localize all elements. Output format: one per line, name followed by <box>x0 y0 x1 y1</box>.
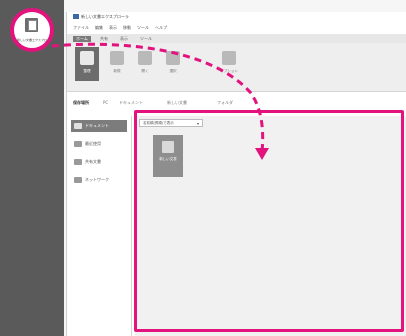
tab-tools[interactable]: ツール <box>137 36 155 42</box>
breadcrumb-folder[interactable]: フォルダ <box>217 100 233 106</box>
open-icon <box>138 51 152 65</box>
organize-label: 整理 <box>83 69 91 73</box>
sidebar-item-documents[interactable]: ドキュメント <box>71 120 127 132</box>
breadcrumb-pc[interactable]: PC <box>103 100 108 105</box>
select-icon <box>166 51 180 65</box>
title-bar: 新しい文書エクスプローラ <box>67 12 406 22</box>
sidebar-item-recent[interactable]: 最近使用 <box>71 138 127 150</box>
sidebar-item-label: 共有文書 <box>85 159 101 164</box>
tab-home[interactable]: ホーム <box>73 36 91 42</box>
window-title: 新しい文書エクスプローラ <box>81 14 129 19</box>
sidebar-item-shared[interactable]: 共有文書 <box>71 156 127 168</box>
breadcrumb-root[interactable]: 保存場所 <box>73 100 89 106</box>
sidebar-item-label: ドキュメント <box>85 123 109 128</box>
document-app-icon <box>25 18 38 32</box>
organize-icon <box>80 51 94 65</box>
sidebar-item-label: 最近使用 <box>85 141 101 146</box>
menu-bar: ファイル 編集 表示 移動 ツール ヘルプ <box>67 22 406 32</box>
open-button[interactable]: 開く <box>133 47 157 81</box>
menu-move[interactable]: 移動 <box>123 25 131 31</box>
document-sheet-icon <box>28 20 37 31</box>
menu-tools[interactable]: ツール <box>137 25 149 31</box>
select-label: 選択 <box>169 69 177 73</box>
ribbon-tabs: ホーム 共有 表示 ツール <box>67 34 406 43</box>
sidebar-item-network[interactable]: ネットワーク <box>71 174 127 186</box>
tab-share[interactable]: 共有 <box>97 36 111 42</box>
menu-view[interactable]: 表示 <box>109 25 117 31</box>
network-icon <box>74 177 82 183</box>
organize-button[interactable]: 整理 <box>75 47 99 81</box>
new-label: 新規 <box>113 69 121 73</box>
tab-view[interactable]: 表示 <box>117 36 131 42</box>
options-button[interactable]: オプション <box>217 47 241 81</box>
new-button[interactable]: 新規 <box>105 47 129 81</box>
options-label: オプション <box>220 69 238 73</box>
open-label: 開く <box>141 69 149 73</box>
breadcrumb-new-document[interactable]: 新しい文書 <box>167 100 187 106</box>
breadcrumb: 保存場所 PC ドキュメント 新しい文書 フォルダ <box>67 98 406 108</box>
sidebar: ドキュメント 最近使用 共有文書 ネットワーク <box>67 116 132 336</box>
menu-edit[interactable]: 編集 <box>95 25 103 31</box>
clock-icon <box>74 141 82 147</box>
app-icon <box>73 14 79 19</box>
ribbon-toolbar: 整理 新規 開く 選択 オプション <box>67 43 406 92</box>
sidebar-item-label: ネットワーク <box>85 177 109 182</box>
new-icon <box>110 51 124 65</box>
folder-icon <box>74 123 82 129</box>
menu-file[interactable]: ファイル <box>73 25 89 31</box>
breadcrumb-documents[interactable]: ドキュメント <box>119 100 143 106</box>
share-icon <box>74 159 82 165</box>
desktop-shortcut-label: 新しい文書エクスプローラ <box>17 38 47 42</box>
content-area-highlight <box>134 110 404 332</box>
menu-help[interactable]: ヘルプ <box>155 25 167 31</box>
options-icon <box>222 51 236 65</box>
select-button[interactable]: 選択 <box>161 47 185 81</box>
desktop-shortcut-highlight[interactable]: 新しい文書エクスプローラ <box>10 8 54 52</box>
